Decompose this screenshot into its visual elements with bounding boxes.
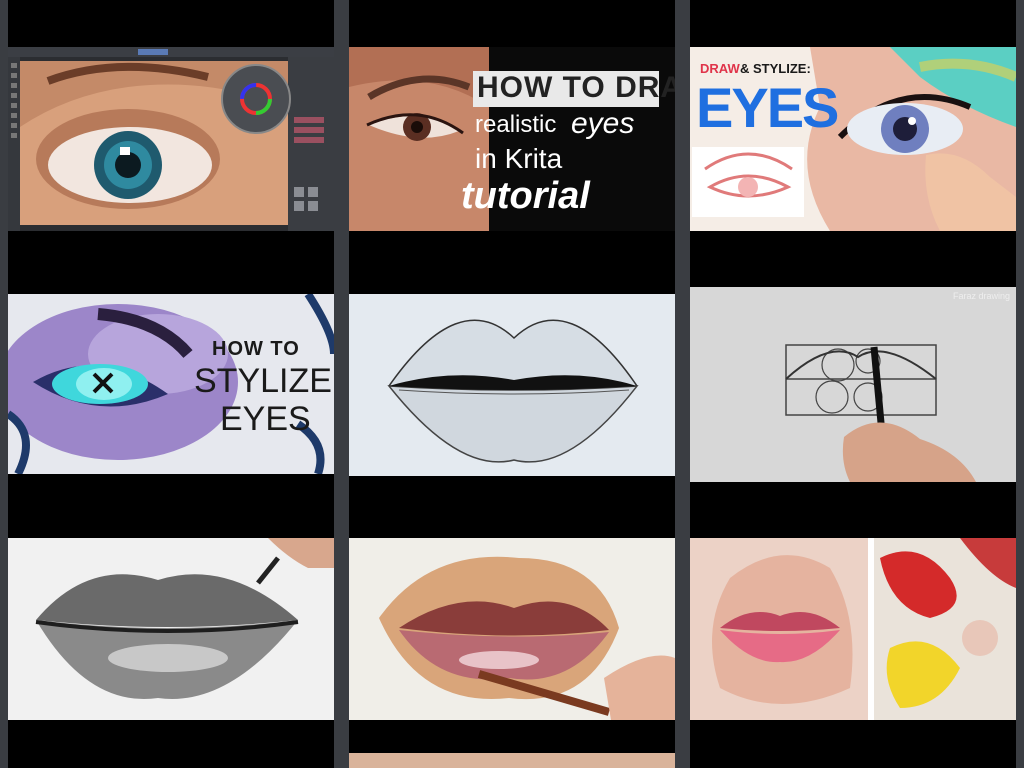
thumbnail-how-to-stylize-eyes[interactable]: HOW TO STYLIZE EYES	[8, 294, 334, 474]
grid-column-2: HOW TO DRAW realistic eyes in Krita tuto…	[349, 0, 675, 768]
thumbnail-oil-paint-lips[interactable]	[349, 538, 675, 720]
thumbnail-title-line3: eyes	[571, 107, 635, 140]
grid-column-1: HOW TO STYLIZE EYES	[8, 0, 334, 768]
thumbnail-krita-realistic-eyes[interactable]: HOW TO DRAW realistic eyes in Krita tuto…	[349, 47, 675, 231]
thumbnail-krita-eye-ui[interactable]	[8, 47, 334, 231]
thumbnail-title-line2: STYLIZE	[194, 362, 332, 400]
thumbnail-title-line2: & STYLIZE:	[740, 61, 811, 76]
thumbnail-title-line1: DRAW	[700, 61, 740, 76]
partial-image	[349, 753, 675, 768]
oil-lips-illustration	[349, 538, 675, 720]
thumbnail-title-line5: tutorial	[461, 175, 590, 217]
watermark-label: Faraz drawing	[952, 291, 1010, 301]
thumbnail-paint-lips-palette[interactable]	[690, 538, 1016, 720]
pencil-lips-illustration	[349, 294, 675, 476]
grid-column-3: DRAW & STYLIZE: EYES Faraz drawing	[690, 0, 1016, 768]
thumbnail-graphite-lips[interactable]	[8, 538, 334, 720]
thumbnail-pencil-lips-sketch[interactable]	[349, 294, 675, 476]
thumbnail-title-line3: EYES	[696, 76, 839, 139]
thumbnail-title-line4: in Krita	[475, 143, 563, 174]
thumbnail-title-line1: HOW TO DRAW	[477, 71, 675, 104]
thumbnail-faraz-lips-construction[interactable]: Faraz drawing	[690, 287, 1016, 482]
thumbnail-partial[interactable]	[349, 753, 675, 768]
thumbnail-title-line1: HOW TO	[212, 338, 300, 360]
paint-lips-palette-illustration	[690, 538, 1016, 720]
thumbnail-title-line2: realistic	[475, 111, 557, 138]
thumbnail-draw-stylize-eyes[interactable]: DRAW & STYLIZE: EYES	[690, 47, 1016, 231]
graphite-lips-illustration	[8, 538, 334, 720]
thumbnail-title-line3: EYES	[220, 400, 311, 438]
lips-construction-illustration	[690, 287, 1016, 482]
krita-eye-illustration	[8, 47, 334, 231]
